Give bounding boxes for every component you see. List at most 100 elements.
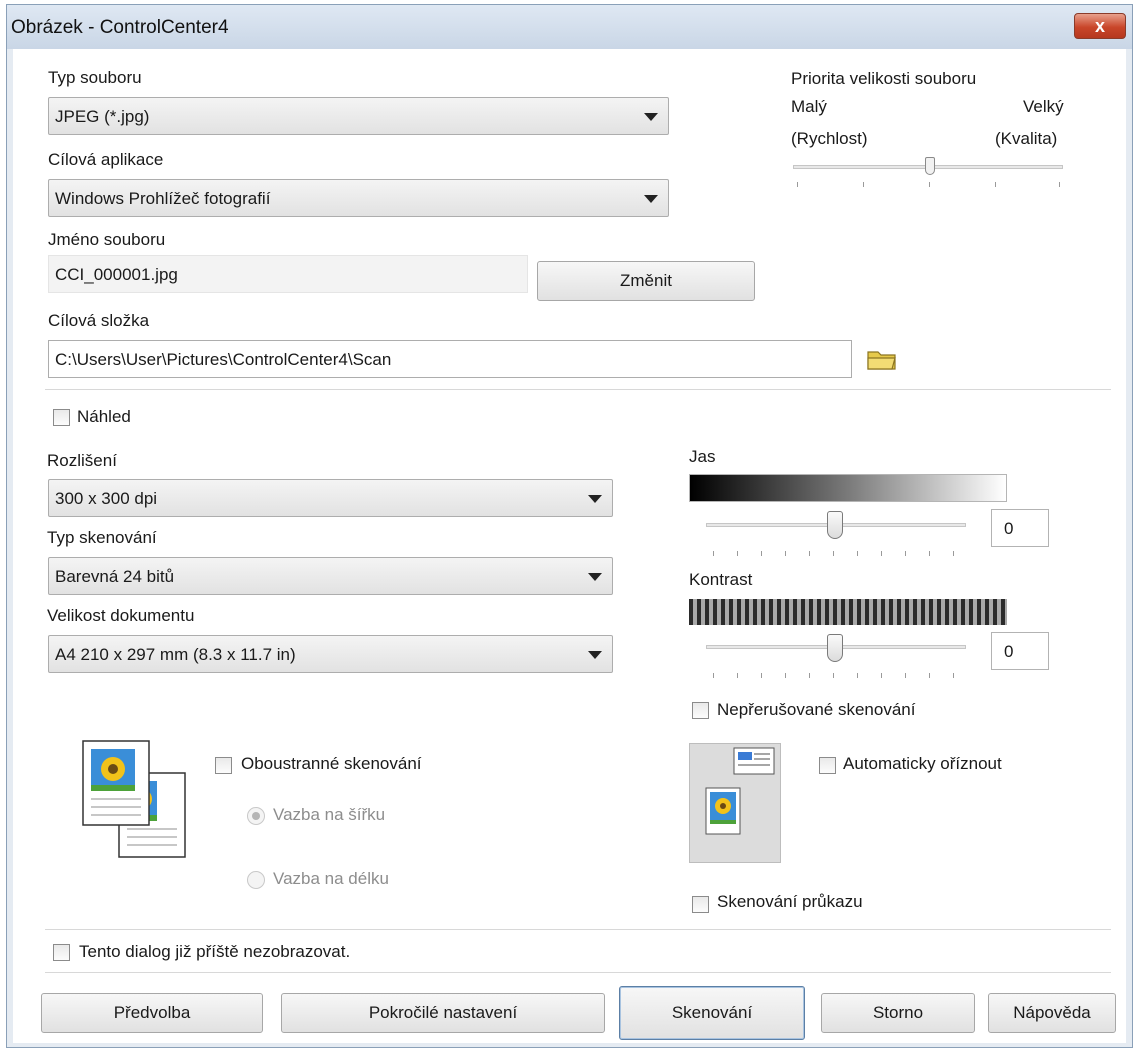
short-edge-radio[interactable] (247, 871, 265, 889)
slider-tick (809, 673, 810, 678)
brightness-value-field[interactable]: 0 (991, 509, 1049, 547)
slider-tick (881, 551, 882, 556)
slider-tick (905, 673, 906, 678)
slider-tick (863, 182, 864, 187)
duplex-pages-icon (79, 737, 191, 862)
autocrop-label: Automaticky oříznout (843, 754, 1002, 773)
separator (45, 929, 1111, 930)
continuous-scan-label: Nepřerušované skenování (717, 700, 916, 719)
scan-type-value: Barevná 24 bitů (55, 567, 175, 586)
contrast-value: 0 (1004, 642, 1014, 661)
brightness-slider-thumb[interactable] (827, 511, 843, 539)
priority-small-label: Malý (791, 97, 827, 116)
slider-tick (929, 182, 930, 187)
contrast-pattern (689, 599, 1007, 625)
brightness-gradient (689, 474, 1007, 502)
file-type-select[interactable]: JPEG (*.jpg) (48, 97, 669, 135)
separator (45, 389, 1111, 390)
duplex-scan-checkbox[interactable] (215, 757, 232, 774)
separator (45, 972, 1111, 973)
slider-tick (809, 551, 810, 556)
chevron-down-icon (644, 195, 658, 203)
cancel-button[interactable]: Storno (821, 993, 975, 1033)
slider-tick (881, 673, 882, 678)
dont-show-again-label: Tento dialog již příště nezobrazovat. (79, 942, 351, 961)
file-name-field: CCI_000001.jpg (48, 255, 528, 293)
resolution-value: 300 x 300 dpi (55, 489, 158, 508)
short-edge-label: Vazba na délku (273, 869, 389, 888)
priority-quality-label: (Kvalita) (995, 129, 1058, 148)
long-edge-label: Vazba na šířku (273, 805, 386, 824)
dont-show-again-checkbox[interactable] (53, 944, 70, 961)
priority-slider-thumb[interactable] (925, 157, 935, 175)
file-type-label: Typ souboru (48, 68, 142, 87)
slider-tick (737, 551, 738, 556)
chevron-down-icon (644, 113, 658, 121)
preview-label: Náhled (77, 407, 131, 426)
id-card-scan-checkbox[interactable] (692, 896, 709, 913)
slider-tick (929, 673, 930, 678)
scan-button[interactable]: Skenování (619, 986, 805, 1040)
duplex-scan-label: Oboustranné skenování (241, 754, 422, 773)
long-edge-radio[interactable] (247, 807, 265, 825)
slider-tick (761, 551, 762, 556)
advanced-settings-button[interactable]: Pokročilé nastavení (281, 993, 605, 1033)
chevron-down-icon (588, 495, 602, 503)
scan-type-label: Typ skenování (47, 528, 157, 547)
slider-tick (857, 673, 858, 678)
title-bar[interactable]: Obrázek - ControlCenter4 x (7, 5, 1132, 49)
file-name-value: CCI_000001.jpg (55, 265, 178, 284)
contrast-label: Kontrast (689, 570, 753, 589)
help-button[interactable]: Nápověda (988, 993, 1116, 1033)
folder-path-value: C:\Users\User\Pictures\ControlCenter4\Sc… (55, 350, 392, 369)
slider-tick (713, 673, 714, 678)
folder-icon[interactable] (865, 346, 899, 372)
brightness-label: Jas (689, 447, 716, 466)
autocrop-icon (689, 743, 781, 863)
slider-tick (857, 551, 858, 556)
target-app-value: Windows Prohlížeč fotografií (55, 189, 271, 208)
chevron-down-icon (588, 651, 602, 659)
document-size-select[interactable]: A4 210 x 297 mm (8.3 x 11.7 in) (48, 635, 613, 673)
continuous-scan-checkbox[interactable] (692, 702, 709, 719)
slider-tick (905, 551, 906, 556)
slider-tick (929, 551, 930, 556)
document-size-label: Velikost dokumentu (47, 606, 195, 625)
slider-tick (833, 551, 834, 556)
priority-label: Priorita velikosti souboru (791, 69, 977, 88)
folder-label: Cílová složka (48, 311, 150, 330)
window-title: Obrázek - ControlCenter4 (11, 17, 229, 38)
brightness-value: 0 (1004, 519, 1014, 538)
preview-checkbox[interactable] (53, 409, 70, 426)
target-app-select[interactable]: Windows Prohlížeč fotografií (48, 179, 669, 217)
autocrop-checkbox[interactable] (819, 757, 836, 774)
slider-tick (1059, 182, 1060, 187)
file-type-value: JPEG (*.jpg) (55, 107, 150, 126)
close-button[interactable]: x (1074, 13, 1126, 39)
slider-tick (713, 551, 714, 556)
dialog-body: Typ souboru JPEG (*.jpg) Cílová aplikace… (13, 49, 1126, 1043)
slider-tick (785, 673, 786, 678)
chevron-down-icon (588, 573, 602, 581)
folder-path-field[interactable]: C:\Users\User\Pictures\ControlCenter4\Sc… (48, 340, 852, 378)
resolution-label: Rozlišení (47, 451, 117, 470)
slider-tick (995, 182, 996, 187)
resolution-select[interactable]: 300 x 300 dpi (48, 479, 613, 517)
id-card-scan-label: Skenování průkazu (717, 892, 863, 911)
slider-tick (761, 673, 762, 678)
file-name-label: Jméno souboru (48, 230, 166, 249)
preset-button[interactable]: Předvolba (41, 993, 263, 1033)
contrast-value-field[interactable]: 0 (991, 632, 1049, 670)
scan-dialog: Obrázek - ControlCenter4 x Typ souboru J… (6, 4, 1133, 1048)
change-name-button[interactable]: Změnit (537, 261, 755, 301)
scan-type-select[interactable]: Barevná 24 bitů (48, 557, 613, 595)
target-app-label: Cílová aplikace (48, 150, 164, 169)
priority-large-label: Velký (1023, 97, 1064, 116)
slider-tick (785, 551, 786, 556)
slider-tick (833, 673, 834, 678)
slider-tick (953, 673, 954, 678)
slider-tick (797, 182, 798, 187)
slider-tick (737, 673, 738, 678)
contrast-slider-thumb[interactable] (827, 634, 843, 662)
document-size-value: A4 210 x 297 mm (8.3 x 11.7 in) (55, 645, 296, 664)
